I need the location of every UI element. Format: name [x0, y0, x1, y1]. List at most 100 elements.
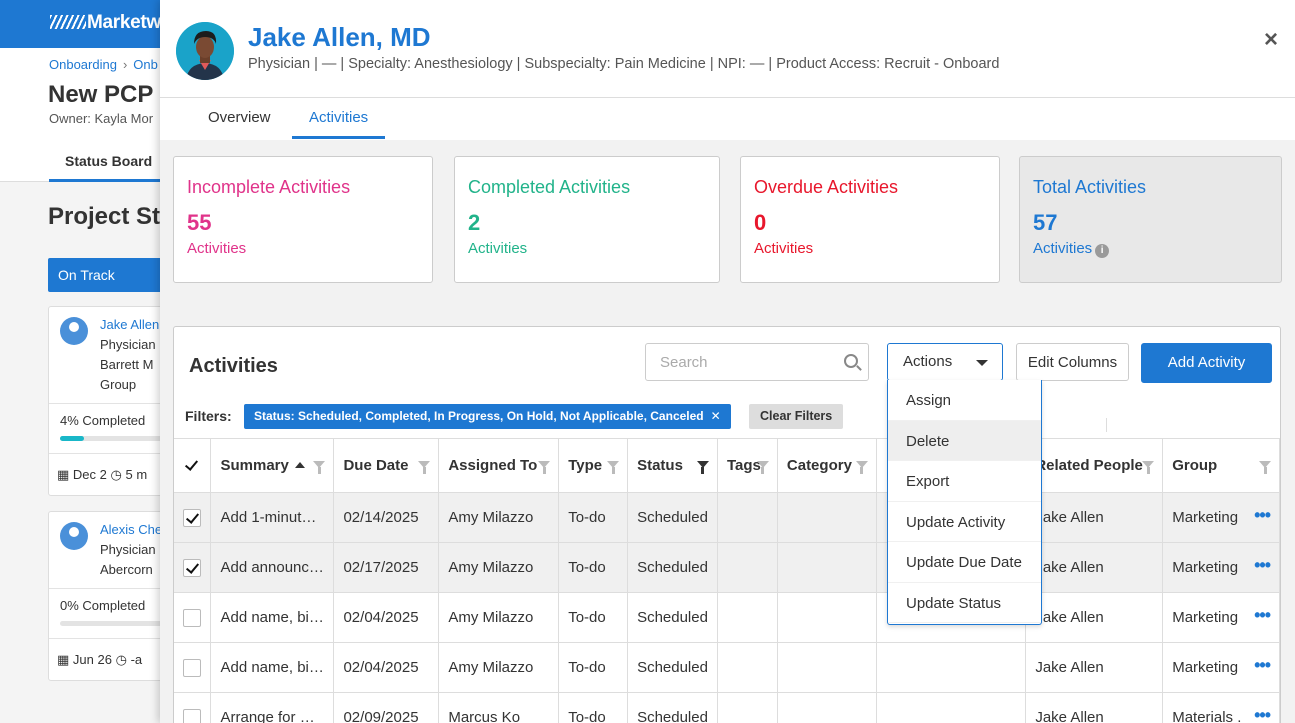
select-all-checkbox[interactable]: [183, 457, 201, 475]
project-card[interactable]: Alexis Che Physician Abercorn 0% Complet…: [48, 511, 170, 681]
row-checkbox[interactable]: [183, 608, 201, 627]
menu-item-update-status[interactable]: Update Status: [888, 583, 1041, 623]
filter-icon[interactable]: [538, 461, 551, 474]
breadcrumb-item[interactable]: Onb: [133, 57, 158, 72]
summary-cell[interactable]: Add name, bi…: [210, 592, 335, 643]
actions-menu: Assign Delete Export Update Activity Upd…: [887, 380, 1042, 625]
divider: [49, 403, 167, 404]
column-header-type[interactable]: Type: [558, 438, 629, 493]
filter-icon[interactable]: [1259, 461, 1271, 474]
group-text: Marketing: [1172, 509, 1239, 526]
row-checkbox[interactable]: [183, 558, 201, 577]
more-options-icon[interactable]: •••: [1254, 706, 1271, 723]
table-row[interactable]: Add name, bi… 02/04/2025 Amy Milazzo To-…: [174, 592, 1280, 643]
tab-status-board[interactable]: Status Board: [49, 142, 160, 182]
progress-bar: [60, 621, 170, 626]
summary-cell[interactable]: Add name, bi…: [210, 642, 335, 693]
row-select-cell[interactable]: [174, 492, 212, 543]
related-people-cell[interactable]: Jake Allen: [1025, 592, 1164, 643]
row-checkbox[interactable]: [183, 508, 201, 527]
on-track-column-header[interactable]: On Track: [48, 258, 168, 292]
remove-filter-icon[interactable]: ✕: [711, 409, 721, 423]
column-header-assigned-to[interactable]: Assigned To: [438, 438, 560, 493]
row-select-cell[interactable]: [174, 542, 212, 593]
close-icon[interactable]: ×: [1264, 26, 1278, 54]
menu-item-export[interactable]: Export: [888, 461, 1041, 502]
related-people-cell[interactable]: Jake Allen: [1025, 642, 1164, 693]
menu-item-update-due-date[interactable]: Update Due Date: [888, 542, 1041, 583]
tab-overview[interactable]: Overview: [208, 109, 271, 136]
stat-card-overdue[interactable]: Overdue Activities 0 Activities: [740, 156, 1000, 283]
filter-icon[interactable]: [756, 461, 769, 474]
actions-label: Actions: [903, 353, 953, 370]
group-cell: Marketing •••: [1162, 492, 1280, 543]
filter-chip-text: Status: Scheduled, Completed, In Progres…: [254, 409, 704, 423]
menu-item-assign[interactable]: Assign: [888, 380, 1041, 421]
stat-card-completed[interactable]: Completed Activities 2 Activities: [454, 156, 720, 283]
column-label: Tags: [726, 457, 761, 474]
column-header-category[interactable]: Category: [777, 438, 877, 493]
type-cell: To-do: [558, 592, 629, 643]
related-people-cell[interactable]: Jake Allen: [1025, 542, 1164, 593]
tags-cell: [717, 642, 778, 693]
column-header-related-people[interactable]: Related People: [1025, 438, 1164, 493]
table-row[interactable]: Add name, bi… 02/04/2025 Amy Milazzo To-…: [174, 642, 1280, 693]
column-header-summary[interactable]: Summary: [210, 438, 335, 493]
filter-icon[interactable]: [855, 461, 868, 474]
row-select-cell[interactable]: [174, 642, 212, 693]
clock-icon: ◷: [110, 467, 122, 482]
menu-item-delete[interactable]: Delete: [888, 420, 1041, 461]
app-logo[interactable]: Marketw: [50, 12, 161, 34]
search-icon[interactable]: [844, 354, 858, 368]
stat-title: Completed Activities: [468, 177, 631, 197]
project-card[interactable]: Jake Allen Physician Barrett M Group 4% …: [48, 306, 170, 496]
row-select-cell[interactable]: [174, 692, 212, 723]
column-header-group[interactable]: Group: [1162, 438, 1280, 493]
row-checkbox[interactable]: [183, 658, 201, 677]
table-row[interactable]: Arrange for … 02/09/2025 Marcus Ko To-do…: [174, 692, 1280, 723]
column-header-due-date[interactable]: Due Date: [333, 438, 440, 493]
card-name[interactable]: Alexis Che: [100, 522, 162, 537]
card-line: Barrett M: [100, 357, 154, 372]
filter-icon[interactable]: [607, 461, 620, 474]
related-people-cell[interactable]: Jake Allen: [1025, 492, 1164, 543]
table-row[interactable]: Add 1-minut… 02/14/2025 Amy Milazzo To-d…: [174, 492, 1280, 543]
type-cell: To-do: [558, 692, 629, 723]
clear-filters-button[interactable]: Clear Filters: [749, 404, 844, 429]
more-options-icon[interactable]: •••: [1254, 506, 1271, 524]
card-name[interactable]: Jake Allen: [100, 317, 159, 332]
column-header-status[interactable]: Status: [627, 438, 718, 493]
filter-icon[interactable]: [418, 461, 431, 474]
menu-item-update-activity[interactable]: Update Activity: [888, 502, 1041, 542]
filter-icon[interactable]: [313, 461, 326, 474]
stat-card-total[interactable]: Total Activities 57 Activities i: [1019, 156, 1282, 283]
search-input[interactable]: Search: [645, 343, 869, 381]
divider: [1106, 418, 1107, 432]
group-cell: Materials . •••: [1162, 692, 1280, 723]
summary-cell[interactable]: Add 1-minut…: [210, 492, 335, 543]
more-options-icon[interactable]: •••: [1254, 656, 1271, 674]
summary-cell[interactable]: Add announc…: [210, 542, 335, 593]
more-options-icon[interactable]: •••: [1254, 556, 1271, 574]
more-options-icon[interactable]: •••: [1254, 606, 1271, 624]
stat-card-incomplete[interactable]: Incomplete Activities 55 Activities: [173, 156, 433, 283]
card-date: ▦ Dec 2 ◷ 5 m: [57, 467, 147, 483]
row-select-cell[interactable]: [174, 592, 212, 643]
sort-ascending-icon[interactable]: [294, 462, 305, 468]
related-people-cell[interactable]: Jake Allen: [1025, 692, 1164, 723]
table-row[interactable]: Add announc… 02/17/2025 Amy Milazzo To-d…: [174, 542, 1280, 593]
filter-chip-status[interactable]: Status: Scheduled, Completed, In Progres…: [244, 404, 731, 429]
actions-dropdown-button[interactable]: Actions: [887, 343, 1003, 381]
breadcrumb-item[interactable]: Onboarding: [49, 57, 117, 72]
edit-columns-button[interactable]: Edit Columns: [1016, 343, 1129, 381]
info-icon[interactable]: i: [1095, 244, 1110, 258]
tab-activities[interactable]: Activities: [292, 109, 386, 139]
filter-icon[interactable]: [1142, 461, 1155, 474]
filter-active-icon[interactable]: [696, 461, 709, 474]
select-all-cell[interactable]: [174, 438, 212, 493]
progress-bar: [60, 436, 170, 441]
summary-cell[interactable]: Arrange for …: [210, 692, 335, 723]
add-activity-button[interactable]: Add Activity: [1141, 343, 1272, 383]
row-checkbox[interactable]: [183, 708, 201, 723]
column-header-tags[interactable]: Tags: [717, 438, 778, 493]
